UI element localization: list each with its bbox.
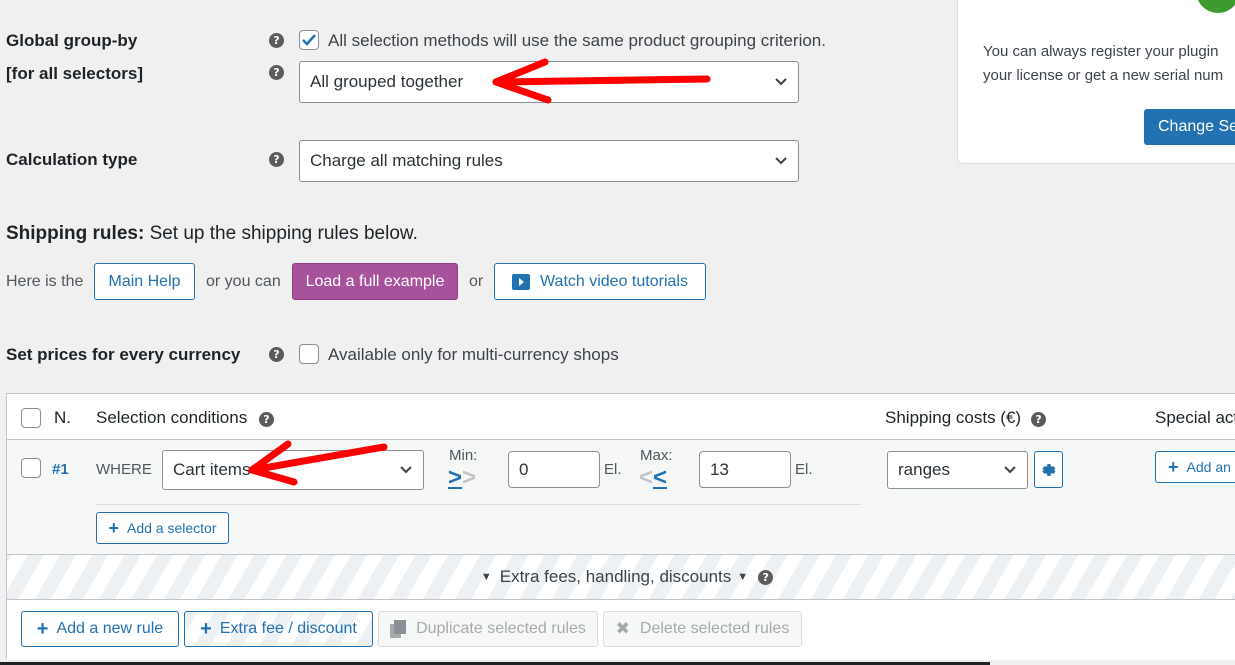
table-row: #1 WHERE Cart items Min: > > 0 El. Max: … xyxy=(7,440,1235,554)
chevron-down-icon xyxy=(400,466,412,474)
extra-fee-discount-button[interactable]: + Extra fee / discount xyxy=(184,611,373,647)
success-check-icon xyxy=(1196,0,1235,13)
group-by-select-value: All grouped together xyxy=(310,72,464,91)
greater-equal-icon[interactable]: > xyxy=(448,466,462,490)
close-icon: ✖ xyxy=(615,619,630,638)
selector-select-value: Cart items xyxy=(173,460,251,479)
plus-icon: + xyxy=(108,517,119,538)
video-play-icon xyxy=(512,273,531,290)
checkmark-icon xyxy=(302,34,316,46)
cost-settings-button[interactable] xyxy=(1034,451,1063,488)
chevron-down-icon xyxy=(775,78,787,86)
delete-rules-label: Delete selected rules xyxy=(639,620,790,637)
calculation-type-select-value: Charge all matching rules xyxy=(310,151,503,170)
plus-icon: + xyxy=(1168,456,1179,477)
shipping-rules-table: N. Selection conditions ? Shipping costs… xyxy=(6,393,1235,660)
shipping-rules-title: Shipping rules: xyxy=(6,223,145,244)
global-group-by-checkbox[interactable] xyxy=(299,30,319,50)
copy-icon xyxy=(390,620,407,638)
help-icon[interactable]: ? xyxy=(269,65,284,80)
global-group-by-checkbox-label: All selection methods will use the same … xyxy=(328,31,826,50)
calculation-type-label: Calculation type xyxy=(6,150,138,169)
duplicate-rules-label: Duplicate selected rules xyxy=(416,620,586,637)
help-icon[interactable]: ? xyxy=(269,347,284,362)
header-shipping-costs: Shipping costs (€) xyxy=(885,408,1022,427)
cost-type-select[interactable]: ranges xyxy=(887,451,1028,489)
duplicate-rules-button[interactable]: Duplicate selected rules xyxy=(378,611,598,647)
chevron-down-icon xyxy=(1004,466,1016,474)
selector-select[interactable]: Cart items xyxy=(162,450,424,490)
group-by-select[interactable]: All grouped together xyxy=(299,61,799,103)
header-selection-conditions: Selection conditions xyxy=(96,408,248,427)
max-unit: El. xyxy=(795,461,813,478)
less-than-icon[interactable]: < xyxy=(639,466,653,490)
global-group-by-sublabel: [for all selectors] xyxy=(6,64,143,83)
table-footer: + Add a new rule + Extra fee / discount … xyxy=(7,600,1235,660)
add-new-rule-button[interactable]: + Add a new rule xyxy=(21,611,179,647)
main-help-button[interactable]: Main Help xyxy=(94,263,195,300)
add-special-action-label: Add an xyxy=(1186,459,1231,475)
extra-fee-discount-label: Extra fee / discount xyxy=(219,620,357,637)
help-icon[interactable]: ? xyxy=(758,569,774,585)
extra-fees-label: Extra fees, handling, discounts xyxy=(499,567,732,586)
license-text-line2: your license or get a new serial num xyxy=(983,67,1224,84)
max-label: Max: xyxy=(640,447,673,464)
currency-label: Set prices for every currency xyxy=(6,345,241,364)
license-text-line1: You can always register your plugin xyxy=(983,43,1219,60)
less-equal-icon[interactable]: < xyxy=(653,466,667,490)
cost-type-select-value: ranges xyxy=(898,460,950,479)
triangle-down-icon: ▼ xyxy=(480,571,492,583)
chevron-down-icon xyxy=(775,157,787,165)
change-serial-button[interactable]: Change Se xyxy=(1144,109,1235,145)
min-unit: El. xyxy=(604,461,622,478)
or-text: or xyxy=(469,273,484,290)
shipping-rules-heading: Shipping rules: Set up the shipping rule… xyxy=(6,223,418,245)
load-full-example-button[interactable]: Load a full example xyxy=(292,263,458,300)
add-selector-label: Add a selector xyxy=(127,520,217,536)
max-operator-toggle[interactable]: < < xyxy=(639,466,667,490)
shipping-rules-subtitle: Set up the shipping rules below. xyxy=(149,223,418,244)
multi-currency-label: Available only for multi-currency shops xyxy=(328,345,619,364)
min-label: Min: xyxy=(449,447,478,464)
greater-than-icon[interactable]: > xyxy=(462,466,476,490)
row-checkbox[interactable] xyxy=(21,458,41,478)
triangle-down-icon: ▼ xyxy=(737,571,749,583)
row-divider xyxy=(96,504,861,505)
min-value-input[interactable]: 0 xyxy=(508,451,600,488)
watch-video-button[interactable]: Watch video tutorials xyxy=(494,263,706,300)
header-special-actions: Special act xyxy=(1155,408,1235,427)
max-value-input[interactable]: 13 xyxy=(699,451,791,488)
help-icon[interactable]: ? xyxy=(259,412,274,427)
help-prefix-text: Here is the xyxy=(6,273,84,290)
table-header: N. Selection conditions ? Shipping costs… xyxy=(7,394,1235,440)
row-number: #1 xyxy=(52,461,69,478)
min-operator-toggle[interactable]: > > xyxy=(448,466,476,490)
gear-icon xyxy=(1041,463,1055,476)
help-icon[interactable]: ? xyxy=(1031,412,1046,427)
plus-icon: + xyxy=(36,617,49,640)
add-special-action-button[interactable]: + Add an xyxy=(1155,451,1235,483)
or-you-can-text: or you can xyxy=(206,273,281,290)
add-selector-button[interactable]: + Add a selector xyxy=(96,512,229,544)
select-all-checkbox[interactable] xyxy=(21,408,41,428)
where-label: WHERE xyxy=(96,461,152,478)
global-group-by-label: Global group-by xyxy=(6,31,138,50)
extra-fees-toggle[interactable]: ▼ Extra fees, handling, discounts ▼ ? xyxy=(7,554,1235,600)
add-new-rule-label: Add a new rule xyxy=(56,620,164,637)
help-icon[interactable]: ? xyxy=(269,152,284,167)
delete-rules-button[interactable]: ✖ Delete selected rules xyxy=(603,611,802,647)
license-panel: You can always register your plugin your… xyxy=(957,0,1235,164)
watch-video-label: Watch video tutorials xyxy=(540,272,688,290)
help-icon[interactable]: ? xyxy=(269,33,284,48)
calculation-type-select[interactable]: Charge all matching rules xyxy=(299,140,799,182)
multi-currency-checkbox[interactable] xyxy=(299,344,319,364)
header-number: N. xyxy=(54,408,71,427)
plus-icon: + xyxy=(200,617,212,640)
